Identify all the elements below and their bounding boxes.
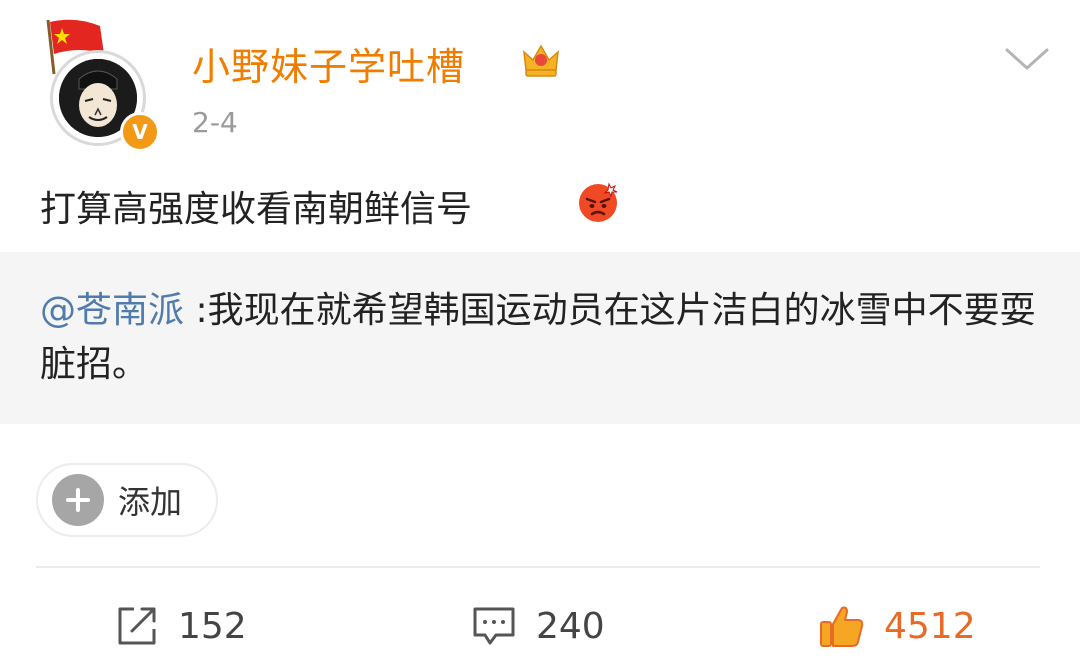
comment-count: 240: [536, 605, 605, 647]
repost-text: @苍南派 :我现在就希望韩国运动员在这片洁白的冰雪中不要耍脏招。: [40, 284, 1050, 392]
divider: [36, 566, 1040, 568]
quoted-repost[interactable]: @苍南派 :我现在就希望韩国运动员在这片洁白的冰雪中不要耍脏招。: [0, 252, 1080, 424]
repost-button[interactable]: 152: [114, 596, 247, 656]
add-button[interactable]: 添加: [36, 463, 218, 537]
chevron-down-icon[interactable]: [1004, 44, 1050, 74]
repost-body: :我现在就希望韩国运动员在这片洁白的冰雪中不要耍脏招。: [40, 290, 1036, 385]
crown-icon: [523, 44, 559, 77]
like-count: 4512: [884, 605, 976, 647]
comment-icon: [473, 607, 515, 645]
avatar[interactable]: V: [40, 14, 170, 154]
thumbs-up-icon: [820, 606, 864, 647]
plus-icon: [52, 474, 104, 526]
username[interactable]: 小野妹子学吐槽: [192, 36, 465, 91]
angry-face-icon: [579, 182, 618, 222]
add-button-label: 添加: [118, 483, 183, 521]
verified-badge: V: [120, 112, 160, 152]
post-date: 2-4: [192, 106, 238, 139]
share-icon: [118, 607, 156, 645]
post-text: 打算高强度收看南朝鲜信号: [40, 189, 473, 230]
like-button[interactable]: 4512: [818, 596, 976, 656]
repost-mention-link[interactable]: @苍南派: [40, 290, 184, 331]
repost-count: 152: [178, 605, 247, 647]
comment-button[interactable]: 240: [470, 596, 605, 656]
